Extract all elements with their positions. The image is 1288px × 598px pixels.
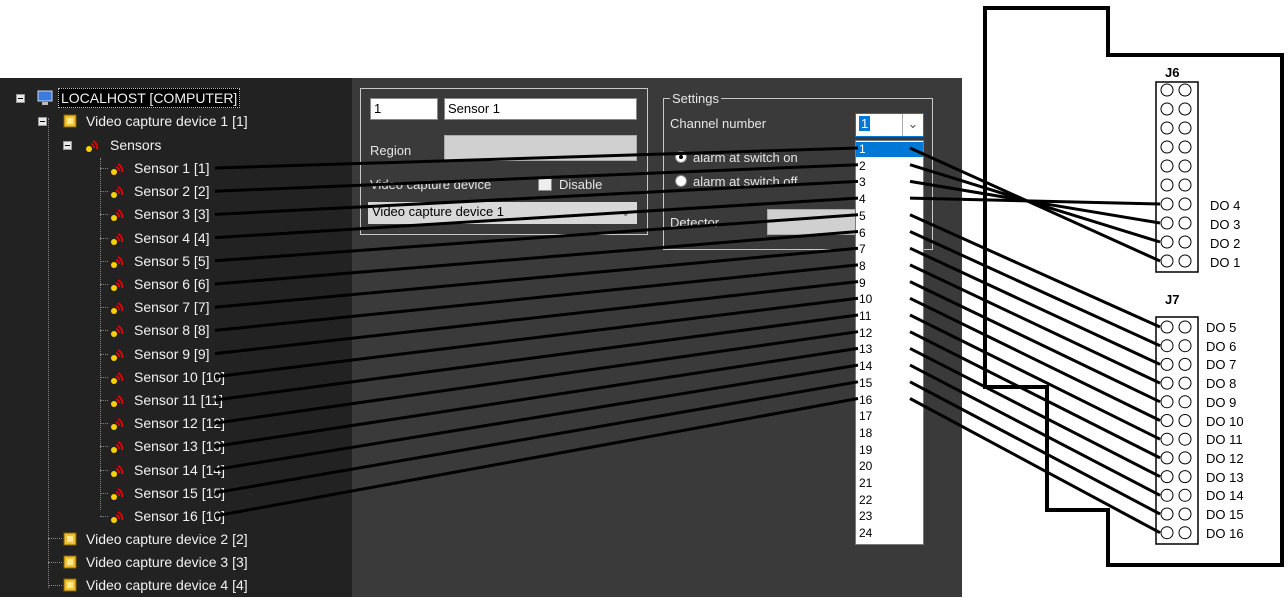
sensor-to-channel-wire (214, 296, 859, 379)
sensor-to-channel-wire (214, 313, 859, 402)
j7-pin-label: DO 10 (1206, 413, 1244, 429)
channel-to-pin-wire (909, 330, 1161, 460)
wiring-diagram (214, 6, 1284, 567)
j6-pin-label: DO 4 (1210, 198, 1241, 213)
j7-pin-label: DO 12 (1206, 450, 1244, 466)
j7-pin-label: DO 8 (1206, 376, 1237, 392)
sensor-to-channel-wire (214, 280, 859, 356)
j7-pin-label: DO 16 (1206, 525, 1244, 541)
j7-pin-label: DO 6 (1206, 338, 1237, 354)
connector-j6-label: J6 (1165, 65, 1180, 80)
channel-to-pin-wire (909, 347, 1161, 478)
channel-to-pin-wire (909, 397, 1161, 535)
sensor-to-channel-wire (214, 196, 859, 240)
channel-to-pin-wire (909, 313, 1161, 441)
j7-pin-label: DO 14 (1206, 488, 1244, 504)
j7-pin-label: DO 7 (1206, 357, 1237, 373)
connector-j7-label: J7 (1165, 292, 1180, 307)
channel-to-pin-wire (909, 263, 1161, 385)
j6-pin-label: DO 1 (1210, 255, 1241, 270)
connector-j6 (1155, 81, 1199, 273)
sensor-to-channel-wire (214, 146, 859, 170)
j7-pin-label: DO 9 (1206, 394, 1237, 410)
sensor-to-channel-wire (214, 330, 859, 425)
j6-pin-label: DO 2 (1210, 236, 1241, 251)
j7-pin-label: DO 5 (1206, 320, 1237, 335)
j7-pin-label: DO 11 (1206, 432, 1243, 448)
channel-to-pin-wire (909, 246, 1161, 366)
j7-pin-label: DO 13 (1206, 469, 1244, 485)
sensor-to-channel-wire (214, 213, 859, 263)
j6-pin-label: DO 3 (1210, 217, 1241, 232)
channel-to-pin-wire (909, 230, 1161, 348)
j7-pin-label: DO 15 (1206, 507, 1244, 522)
